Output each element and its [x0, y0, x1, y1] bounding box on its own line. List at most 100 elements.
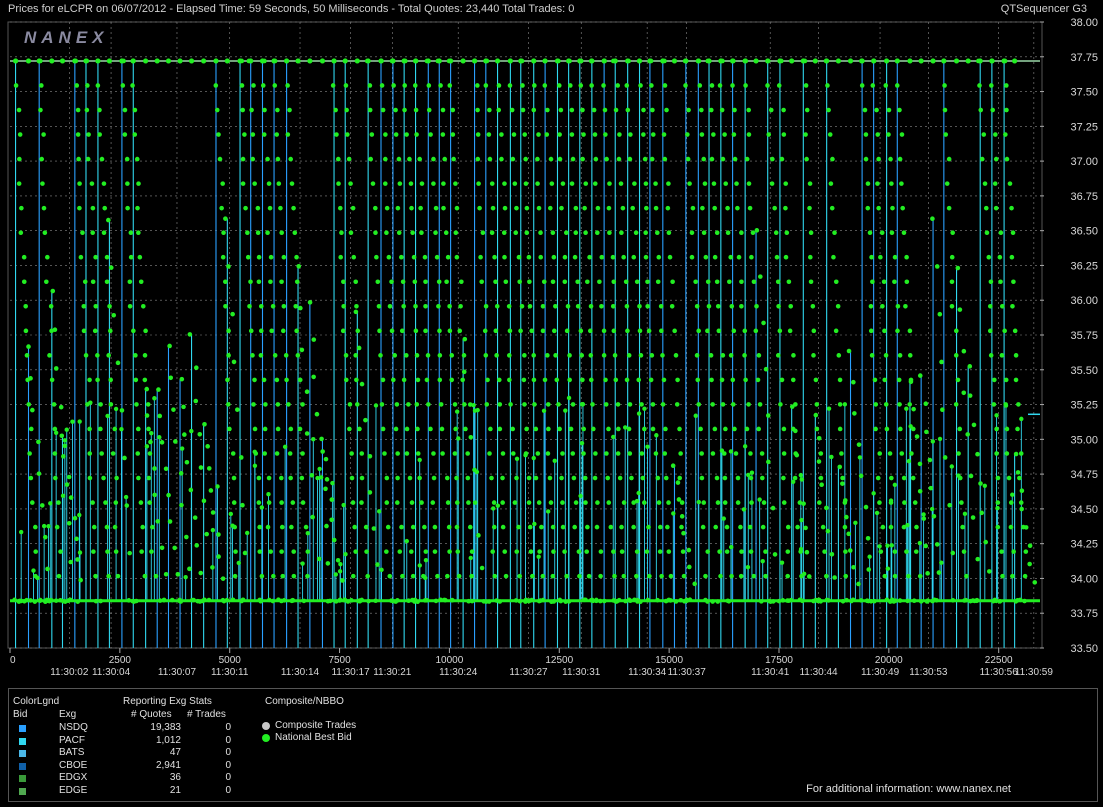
nbb-dot — [550, 279, 556, 285]
nbb-dot — [124, 156, 130, 162]
nbb-dot — [419, 500, 424, 505]
nbb-dot — [763, 549, 768, 554]
nbb-dot — [975, 451, 980, 457]
nbb-dot — [608, 524, 614, 530]
nbb-dot — [393, 599, 398, 604]
nbb-dot — [536, 132, 541, 137]
nbb-dot — [742, 353, 747, 358]
y-tick-label: 33.75 — [1070, 608, 1098, 620]
nbb-dot — [727, 279, 732, 285]
nbb-dot — [636, 377, 642, 383]
nbb-dot — [503, 573, 509, 579]
nbb-dot — [279, 500, 284, 505]
nbb-dot — [279, 475, 284, 481]
nbb-dot — [240, 107, 246, 113]
nbb-dot — [616, 597, 622, 603]
nbb-dot — [93, 254, 98, 260]
nbb-dot — [85, 83, 90, 88]
nbb-dot — [122, 107, 128, 113]
nbb-dot — [415, 451, 421, 456]
nbb-dot — [367, 107, 373, 113]
nbb-dot — [907, 402, 912, 407]
nbb-dot — [641, 107, 646, 113]
nbb-dot — [847, 58, 854, 64]
nbb-dot — [644, 549, 650, 554]
nbb-dot — [340, 578, 345, 583]
nbb-dot — [759, 475, 765, 481]
nbb-dot — [290, 500, 296, 505]
nbb-dot — [268, 254, 274, 260]
nbb-dot — [775, 353, 781, 358]
nbb-dot — [779, 560, 785, 565]
nbb-dot — [230, 597, 236, 603]
nbb-dot — [497, 402, 503, 407]
nbb-dot — [125, 205, 130, 211]
nbb-dot — [911, 406, 916, 412]
nbb-dot — [625, 58, 631, 64]
footer-info-link[interactable]: For additional information: www.nanex.ne… — [806, 783, 1011, 795]
price-chart[interactable]: NANEX 38.0037.7537.5037.2537.0036.7536.5… — [0, 0, 1103, 688]
nbb-dot — [591, 426, 596, 432]
nbb-dot — [262, 426, 268, 432]
time-tick-label: 11:30:04 — [92, 667, 131, 678]
nbb-dot — [135, 205, 140, 211]
nbb-dot — [618, 181, 624, 186]
x-tick-label: 20000 — [875, 655, 903, 666]
nbb-dot — [349, 475, 355, 481]
nbb-dot — [181, 404, 186, 410]
nbb-dot — [953, 353, 959, 358]
nbb-dot — [803, 525, 808, 531]
nbb-dot — [1010, 230, 1016, 235]
nbb-dot — [892, 279, 897, 285]
nbb-dot — [28, 376, 33, 381]
nbb-dot — [294, 328, 299, 334]
nbb-dot — [1010, 303, 1015, 309]
nbb-dot — [283, 353, 289, 358]
nbb-dot — [990, 107, 996, 113]
nbb-dot — [784, 230, 790, 235]
nbb-dot — [265, 156, 270, 162]
nbb-dot — [962, 598, 967, 603]
nbb-dot — [278, 205, 283, 211]
nbb-dot — [355, 328, 361, 334]
nbb-dot — [538, 598, 543, 603]
nbb-dot — [626, 426, 632, 432]
nbb-dot — [128, 230, 134, 235]
nbb-dot — [603, 377, 608, 383]
nbb-dot — [89, 181, 95, 186]
nbb-dot — [233, 549, 238, 554]
nbb-dot — [880, 524, 886, 530]
nbb-dot — [598, 549, 604, 554]
nbb-dot — [399, 328, 405, 334]
nbb-dot — [906, 458, 912, 464]
nbb-dot — [709, 83, 715, 88]
nbb-dot — [238, 455, 244, 460]
nbb-dot — [930, 439, 936, 444]
nbb-dot — [993, 156, 999, 162]
nbb-dot — [537, 549, 542, 554]
nbb-dot — [436, 279, 442, 285]
nbb-dot — [392, 353, 398, 358]
nbb-dot — [256, 500, 262, 505]
nbb-dot — [417, 563, 422, 568]
nbb-dot — [442, 156, 448, 162]
nbb-dot — [732, 107, 737, 113]
time-tick-label: 11:30:37 — [668, 667, 707, 678]
nbb-dot — [410, 573, 416, 579]
nbb-dot — [490, 549, 495, 554]
nbb-dot — [568, 426, 574, 432]
nbb-dot — [641, 132, 646, 137]
nbb-dot — [800, 58, 806, 64]
nbb-dot — [711, 132, 716, 137]
nbb-dot — [750, 230, 756, 235]
nbb-dot — [146, 426, 151, 432]
nbb-dot — [941, 58, 947, 64]
nbb-dot — [409, 500, 415, 505]
nbb-dot — [856, 581, 861, 587]
nbb-dot — [108, 377, 113, 383]
nbb-dot — [449, 353, 455, 358]
nbb-dot — [837, 377, 843, 383]
nbb-dot — [869, 353, 875, 358]
nbb-dot — [950, 550, 956, 556]
nbb-dot — [252, 377, 257, 383]
